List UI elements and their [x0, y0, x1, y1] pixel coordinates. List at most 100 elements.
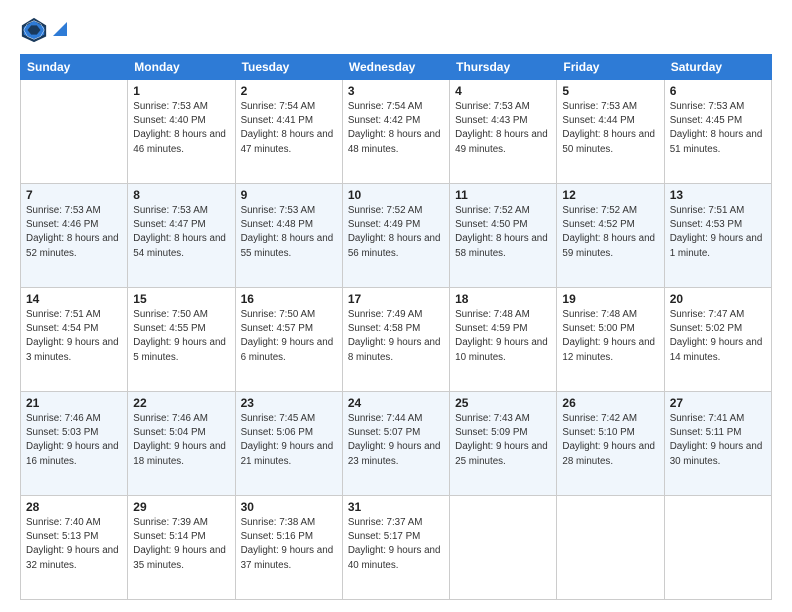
day-number: 16 — [241, 292, 337, 306]
calendar-week-row: 7Sunrise: 7:53 AMSunset: 4:46 PMDaylight… — [21, 184, 772, 288]
day-number: 22 — [133, 396, 229, 410]
calendar-cell: 1 Sunrise: 7:53 AMSunset: 4:40 PMDaylight… — [128, 80, 235, 184]
calendar-cell — [557, 496, 664, 600]
day-number: 6 — [670, 84, 766, 98]
calendar-cell: 7Sunrise: 7:53 AMSunset: 4:46 PMDaylight… — [21, 184, 128, 288]
day-number: 12 — [562, 188, 658, 202]
calendar-cell: 10 Sunrise: 7:52 AMSunset: 4:49 PMDayligh… — [342, 184, 449, 288]
calendar-cell: 17 Sunrise: 7:49 AMSunset: 4:58 PMDayligh… — [342, 288, 449, 392]
day-info: Sunrise: 7:51 AMSunset: 4:53 PMDaylight:… — [670, 204, 766, 261]
calendar-cell: 2 Sunrise: 7:54 AMSunset: 4:41 PMDaylight… — [235, 80, 342, 184]
day-info: Sunrise: 7:51 AMSunset: 4:54 PMDaylight:… — [26, 308, 122, 365]
calendar-week-row: 21 Sunrise: 7:46 AMSunset: 5:03 PMDayligh… — [21, 392, 772, 496]
calendar-cell: 19 Sunrise: 7:48 AMSunset: 5:00 PMDayligh… — [557, 288, 664, 392]
calendar-cell: 5Sunrise: 7:53 AMSunset: 4:44 PMDaylight… — [557, 80, 664, 184]
day-number: 14 — [26, 292, 122, 306]
day-info: Sunrise: 7:40 AMSunset: 5:13 PMDaylight:… — [26, 516, 122, 573]
weekday-header-sunday: Sunday — [21, 55, 128, 80]
calendar-cell: 31 Sunrise: 7:37 AMSunset: 5:17 PMDayligh… — [342, 496, 449, 600]
day-number: 30 — [241, 500, 337, 514]
day-number: 17 — [348, 292, 444, 306]
calendar-cell — [664, 496, 771, 600]
header — [20, 16, 772, 44]
day-number: 7 — [26, 188, 122, 202]
calendar-cell: 20 Sunrise: 7:47 AMSunset: 5:02 PMDayligh… — [664, 288, 771, 392]
calendar-week-row: 28 Sunrise: 7:40 AMSunset: 5:13 PMDayligh… — [21, 496, 772, 600]
day-info: Sunrise: 7:41 AMSunset: 5:11 PMDaylight:… — [670, 412, 766, 469]
calendar-cell: 3 Sunrise: 7:54 AMSunset: 4:42 PMDaylight… — [342, 80, 449, 184]
day-number: 2 — [241, 84, 337, 98]
day-info: Sunrise: 7:47 AMSunset: 5:02 PMDaylight:… — [670, 308, 766, 365]
day-number: 3 — [348, 84, 444, 98]
day-number: 15 — [133, 292, 229, 306]
day-info: Sunrise: 7:54 AMSunset: 4:42 PMDaylight:… — [348, 100, 444, 157]
day-number: 31 — [348, 500, 444, 514]
day-info: Sunrise: 7:37 AMSunset: 5:17 PMDaylight:… — [348, 516, 444, 573]
page: SundayMondayTuesdayWednesdayThursdayFrid… — [0, 0, 792, 612]
logo-text-block — [52, 22, 67, 38]
day-number: 21 — [26, 396, 122, 410]
day-number: 18 — [455, 292, 551, 306]
day-number: 29 — [133, 500, 229, 514]
calendar-cell — [450, 496, 557, 600]
calendar-cell: 24 Sunrise: 7:44 AMSunset: 5:07 PMDayligh… — [342, 392, 449, 496]
calendar-cell: 22Sunrise: 7:46 AMSunset: 5:04 PMDayligh… — [128, 392, 235, 496]
day-number: 27 — [670, 396, 766, 410]
weekday-header-row: SundayMondayTuesdayWednesdayThursdayFrid… — [21, 55, 772, 80]
day-number: 4 — [455, 84, 551, 98]
logo-icon — [20, 16, 48, 44]
day-info: Sunrise: 7:52 AMSunset: 4:49 PMDaylight:… — [348, 204, 444, 261]
day-number: 23 — [241, 396, 337, 410]
calendar-cell: 6 Sunrise: 7:53 AMSunset: 4:45 PMDaylight… — [664, 80, 771, 184]
weekday-header-friday: Friday — [557, 55, 664, 80]
calendar-cell: 23Sunrise: 7:45 AMSunset: 5:06 PMDayligh… — [235, 392, 342, 496]
calendar-cell: 30 Sunrise: 7:38 AMSunset: 5:16 PMDayligh… — [235, 496, 342, 600]
logo-triangle-icon — [53, 22, 67, 36]
calendar-cell: 29 Sunrise: 7:39 AMSunset: 5:14 PMDayligh… — [128, 496, 235, 600]
day-info: Sunrise: 7:53 AMSunset: 4:44 PMDaylight:… — [562, 100, 658, 157]
calendar-cell: 14 Sunrise: 7:51 AMSunset: 4:54 PMDayligh… — [21, 288, 128, 392]
calendar-cell: 11Sunrise: 7:52 AMSunset: 4:50 PMDayligh… — [450, 184, 557, 288]
weekday-header-wednesday: Wednesday — [342, 55, 449, 80]
weekday-header-monday: Monday — [128, 55, 235, 80]
weekday-header-tuesday: Tuesday — [235, 55, 342, 80]
logo — [20, 16, 67, 44]
day-number: 10 — [348, 188, 444, 202]
day-number: 25 — [455, 396, 551, 410]
calendar-cell: 26 Sunrise: 7:42 AMSunset: 5:10 PMDayligh… — [557, 392, 664, 496]
calendar-cell: 13Sunrise: 7:51 AMSunset: 4:53 PMDayligh… — [664, 184, 771, 288]
calendar-week-row: 14 Sunrise: 7:51 AMSunset: 4:54 PMDayligh… — [21, 288, 772, 392]
day-info: Sunrise: 7:53 AMSunset: 4:47 PMDaylight:… — [133, 204, 229, 261]
calendar-week-row: 1 Sunrise: 7:53 AMSunset: 4:40 PMDaylight… — [21, 80, 772, 184]
day-info: Sunrise: 7:50 AMSunset: 4:55 PMDaylight:… — [133, 308, 229, 365]
calendar-cell: 21 Sunrise: 7:46 AMSunset: 5:03 PMDayligh… — [21, 392, 128, 496]
day-info: Sunrise: 7:42 AMSunset: 5:10 PMDaylight:… — [562, 412, 658, 469]
day-info: Sunrise: 7:53 AMSunset: 4:40 PMDaylight:… — [133, 100, 229, 157]
day-info: Sunrise: 7:38 AMSunset: 5:16 PMDaylight:… — [241, 516, 337, 573]
day-info: Sunrise: 7:44 AMSunset: 5:07 PMDaylight:… — [348, 412, 444, 469]
day-number: 26 — [562, 396, 658, 410]
day-info: Sunrise: 7:53 AMSunset: 4:43 PMDaylight:… — [455, 100, 551, 157]
day-info: Sunrise: 7:49 AMSunset: 4:58 PMDaylight:… — [348, 308, 444, 365]
day-number: 20 — [670, 292, 766, 306]
day-number: 9 — [241, 188, 337, 202]
day-info: Sunrise: 7:39 AMSunset: 5:14 PMDaylight:… — [133, 516, 229, 573]
day-number: 8 — [133, 188, 229, 202]
day-info: Sunrise: 7:48 AMSunset: 5:00 PMDaylight:… — [562, 308, 658, 365]
calendar-table: SundayMondayTuesdayWednesdayThursdayFrid… — [20, 54, 772, 600]
day-number: 11 — [455, 188, 551, 202]
day-info: Sunrise: 7:53 AMSunset: 4:45 PMDaylight:… — [670, 100, 766, 157]
day-number: 1 — [133, 84, 229, 98]
calendar-cell: 9 Sunrise: 7:53 AMSunset: 4:48 PMDaylight… — [235, 184, 342, 288]
day-number: 28 — [26, 500, 122, 514]
day-number: 19 — [562, 292, 658, 306]
calendar-cell: 15 Sunrise: 7:50 AMSunset: 4:55 PMDayligh… — [128, 288, 235, 392]
day-info: Sunrise: 7:54 AMSunset: 4:41 PMDaylight:… — [241, 100, 337, 157]
day-info: Sunrise: 7:52 AMSunset: 4:52 PMDaylight:… — [562, 204, 658, 261]
calendar-cell: 8 Sunrise: 7:53 AMSunset: 4:47 PMDaylight… — [128, 184, 235, 288]
calendar-cell: 27 Sunrise: 7:41 AMSunset: 5:11 PMDayligh… — [664, 392, 771, 496]
day-number: 24 — [348, 396, 444, 410]
day-info: Sunrise: 7:46 AMSunset: 5:03 PMDaylight:… — [26, 412, 122, 469]
calendar-cell: 4 Sunrise: 7:53 AMSunset: 4:43 PMDaylight… — [450, 80, 557, 184]
day-info: Sunrise: 7:53 AMSunset: 4:48 PMDaylight:… — [241, 204, 337, 261]
